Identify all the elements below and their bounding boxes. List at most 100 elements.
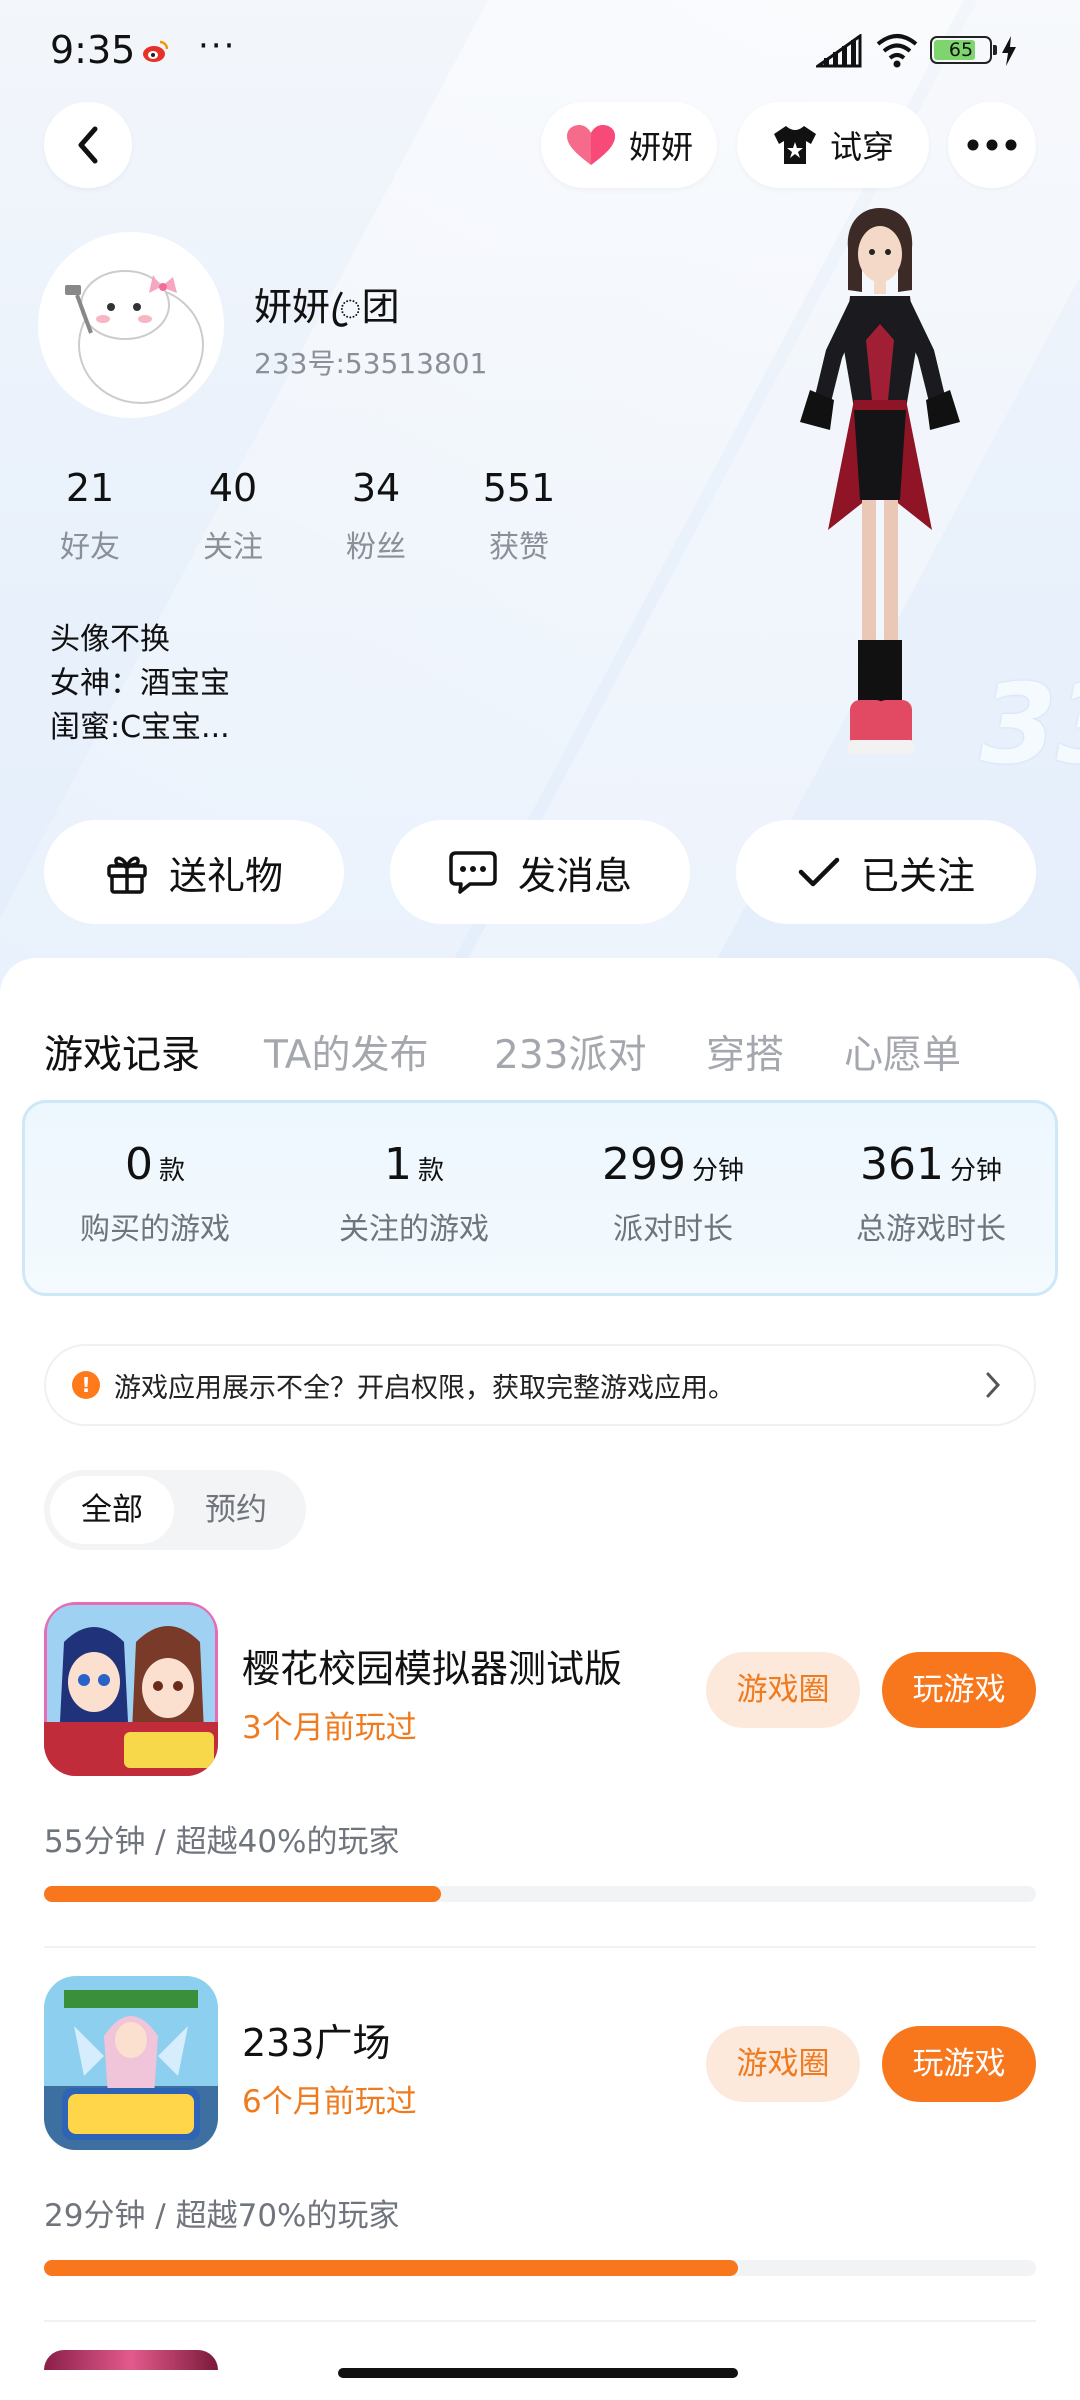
decorative-233-logo: 33 — [980, 660, 1080, 788]
tshirt-icon — [773, 126, 816, 164]
game-last-played: 3个月前玩过 — [242, 1710, 417, 1746]
summary-purchased[interactable]: 0款 购买的游戏 — [25, 1139, 285, 1248]
stat-likes-label: 获赞 — [489, 530, 549, 565]
summary-party-time[interactable]: 299 分钟 派对时长 — [543, 1139, 803, 1248]
game-icon-partial — [44, 2350, 218, 2370]
couple-heart-button[interactable]: 妍妍 — [541, 102, 717, 188]
home-indicator[interactable] — [338, 2368, 738, 2378]
summary-unit: 款 — [158, 1156, 185, 1186]
playtime-progress-bar — [44, 1886, 1036, 1902]
play-game-button[interactable]: 玩游戏 — [882, 1652, 1036, 1728]
status-time: 9:35 — [50, 28, 136, 72]
checkmark-icon — [798, 857, 840, 887]
followed-label: 已关注 — [860, 853, 975, 898]
bio-line: 闺蜜:C宝宝... — [50, 710, 230, 745]
summary-label: 总游戏时长 — [856, 1212, 1006, 1247]
send-message-button[interactable]: 发消息 — [390, 820, 690, 924]
chat-bubble-icon — [449, 851, 497, 894]
avatar-3d-figure[interactable] — [770, 200, 990, 780]
stat-fans-label: 粉丝 — [346, 530, 406, 565]
warning-icon: ! — [72, 1371, 100, 1399]
send-gift-label: 送礼物 — [168, 853, 283, 898]
tab-game-records[interactable]: 游戏记录 — [44, 1024, 200, 1080]
summary-label: 购买的游戏 — [80, 1212, 230, 1247]
summary-unit: 分钟 — [949, 1156, 1002, 1186]
tab-233-party[interactable]: 233派对 — [494, 1024, 646, 1080]
stat-friends-count: 21 — [65, 466, 115, 510]
stat-likes[interactable]: 551 获赞 — [459, 466, 579, 566]
stat-following-count: 40 — [208, 466, 258, 510]
weibo-icon — [143, 40, 168, 62]
battery-level: 65 — [948, 39, 974, 61]
heart-icon — [566, 125, 615, 165]
charging-icon — [1002, 36, 1016, 66]
summary-value: 1 — [383, 1139, 412, 1190]
summary-unit: 分钟 — [691, 1156, 744, 1186]
stat-likes-count: 551 — [482, 466, 556, 510]
divider — [44, 2320, 1036, 2322]
status-bar: 9:35 ··· 65 — [0, 0, 1080, 100]
stat-fans[interactable]: 34 粉丝 — [316, 466, 436, 566]
summary-value: 0 — [124, 1139, 153, 1190]
summary-label: 派对时长 — [613, 1212, 733, 1247]
tab-bar: 游戏记录 TA的发布 233派对 穿搭 心愿单 — [0, 988, 1080, 1108]
stat-fans-count: 34 — [351, 466, 401, 510]
content-panel: 游戏记录 TA的发布 233派对 穿搭 心愿单 0款 购买的游戏 1款 关注的游… — [0, 958, 1080, 2400]
stat-following-label: 关注 — [203, 530, 263, 565]
game-list-item[interactable]: 樱花校园模拟器测试版 3个月前玩过 游戏圈 玩游戏 55分钟 / 超越40%的玩… — [0, 1602, 1080, 1976]
more-options-button[interactable] — [948, 102, 1036, 188]
summary-value: 299 — [602, 1139, 686, 1190]
game-circle-button[interactable]: 游戏圈 — [706, 1652, 860, 1728]
wifi-icon — [876, 34, 918, 68]
game-last-played: 6个月前玩过 — [242, 2084, 417, 2120]
game-icon — [44, 1602, 218, 1776]
summary-followed[interactable]: 1款 关注的游戏 — [284, 1139, 544, 1248]
chevron-left-icon — [78, 126, 98, 164]
try-on-label: 试穿 — [829, 128, 894, 166]
send-message-label: 发消息 — [517, 853, 632, 898]
summary-unit: 款 — [417, 1156, 444, 1186]
tab-wishlist[interactable]: 心愿单 — [844, 1024, 961, 1080]
filter-reserved[interactable]: 预约 — [174, 1476, 298, 1544]
tab-outfits[interactable]: 穿搭 — [706, 1024, 784, 1080]
signal-icon — [816, 34, 862, 68]
send-gift-button[interactable]: 送礼物 — [44, 820, 344, 924]
gift-icon — [107, 856, 147, 894]
filter-all[interactable]: 全部 — [50, 1476, 174, 1544]
bio-line: 头像不换 — [50, 622, 170, 657]
game-filter-segment: 全部 预约 — [44, 1470, 306, 1550]
progress-fill — [44, 2260, 739, 2276]
game-circle-button[interactable]: 游戏圈 — [706, 2026, 860, 2102]
game-list-item[interactable]: 233广场 6个月前玩过 游戏圈 玩游戏 29分钟 / 超越70%的玩家 — [0, 1976, 1080, 2350]
playtime-progress-bar — [44, 2260, 1036, 2276]
game-playtime: 55分钟 / 超越40%的玩家 — [44, 1824, 400, 1860]
tab-posts[interactable]: TA的发布 — [264, 1024, 428, 1080]
chevron-right-icon — [986, 1372, 1001, 1398]
game-icon — [44, 1976, 218, 2150]
summary-label: 关注的游戏 — [339, 1212, 489, 1247]
followed-button[interactable]: 已关注 — [736, 820, 1036, 924]
progress-fill — [44, 1886, 441, 1902]
game-playtime: 29分钟 / 超越70%的玩家 — [44, 2198, 400, 2234]
summary-total-time[interactable]: 361 分钟 总游戏时长 — [801, 1139, 1061, 1248]
status-more-dots: ··· — [198, 26, 237, 66]
play-game-button[interactable]: 玩游戏 — [882, 2026, 1036, 2102]
user-id: 233号:53513801 — [254, 347, 488, 380]
permission-notice[interactable]: ! 游戏应用展示不全？开启权限，获取完整游戏应用。 — [44, 1344, 1036, 1426]
try-on-button[interactable]: 试穿 — [737, 102, 929, 188]
game-name: 233广场 — [242, 2021, 391, 2065]
summary-value: 361 — [860, 1139, 944, 1190]
more-dots-icon — [967, 139, 1017, 151]
bio: 头像不换 女神：酒宝宝 闺蜜:C宝宝... — [50, 618, 230, 750]
stat-friends[interactable]: 21 好友 — [30, 466, 150, 566]
game-summary-card: 0款 购买的游戏 1款 关注的游戏 299 分钟 派对时长 361 分钟 总游戏时长 — [22, 1100, 1058, 1296]
notice-text: 游戏应用展示不全？开启权限，获取完整游戏应用。 — [114, 1372, 735, 1404]
divider — [44, 1946, 1036, 1948]
game-name: 樱花校园模拟器测试版 — [242, 1647, 623, 1691]
stat-friends-label: 好友 — [60, 530, 120, 565]
stat-following[interactable]: 40 关注 — [173, 466, 293, 566]
bio-line: 女神：酒宝宝 — [50, 666, 230, 701]
back-button[interactable] — [44, 102, 132, 188]
avatar[interactable] — [38, 232, 224, 418]
couple-name-label: 妍妍 — [628, 128, 693, 166]
